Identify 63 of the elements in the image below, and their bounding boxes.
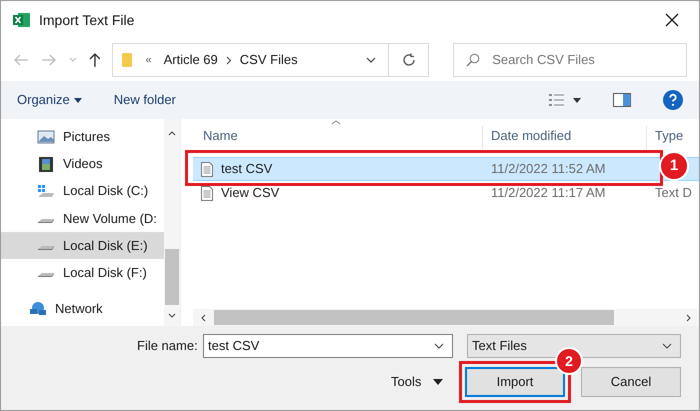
sidebar-item[interactable]: Network [1, 294, 164, 322]
sidebar-item[interactable]: Videos [1, 150, 164, 178]
image-icon [37, 128, 55, 145]
view-list-icon[interactable] [549, 93, 565, 107]
drive-icon [37, 183, 55, 200]
sort-caret-icon[interactable] [331, 120, 341, 125]
scroll-thumb[interactable] [214, 310, 614, 325]
date-modified: 11/2/2022 11:17 AM [490, 184, 606, 202]
file-name: View CSV [221, 184, 280, 202]
address-bar[interactable]: « Article 69 CSV Files [112, 43, 430, 77]
caret-down-icon[interactable] [573, 98, 581, 102]
file-row[interactable]: View CSV 11/2/2022 11:17 AM Text D [193, 181, 699, 205]
window-title: Import Text File [39, 10, 134, 30]
overflow-chevron[interactable]: « [145, 52, 152, 68]
caret-down-icon [74, 98, 82, 102]
drive-icon [37, 273, 55, 278]
sidebar-item[interactable]: Pictures [1, 123, 164, 150]
new-folder-button[interactable]: New folder [114, 90, 176, 110]
scroll-right-icon[interactable] [686, 314, 691, 322]
tools-menu-button[interactable]: Tools [391, 372, 453, 392]
search-field[interactable]: Search CSV Files [453, 43, 687, 77]
caret-down-icon [433, 379, 444, 385]
chevron-down-icon[interactable] [434, 343, 444, 349]
sidebar-item[interactable]: New Volume (D: [1, 204, 164, 232]
sidebar-item[interactable]: Local Disk (F:) [1, 259, 164, 287]
scroll-left-icon[interactable] [201, 314, 206, 322]
up-arrow-icon[interactable] [88, 52, 100, 68]
film-icon [37, 156, 55, 172]
sidebar-item[interactable]: Local Disk (E:) [1, 232, 164, 260]
sidebar-item[interactable]: Local Disk (C:) [1, 178, 164, 205]
column-header[interactable]: Name [193, 126, 483, 149]
preview-pane-icon[interactable] [613, 93, 631, 107]
file-type: Text D [654, 184, 692, 202]
search-icon [466, 53, 480, 67]
file-name-field[interactable]: test CSV [203, 334, 453, 358]
scroll-thumb[interactable] [165, 249, 180, 305]
chevron-right-icon[interactable] [226, 56, 232, 64]
spreadsheet-app-icon [13, 12, 31, 28]
network-icon [29, 300, 47, 316]
file-name-label: File name: [137, 337, 199, 356]
folder-icon [121, 52, 134, 68]
cancel-button[interactable]: Cancel [581, 367, 681, 397]
scroll-down-icon[interactable] [168, 313, 176, 318]
breadcrumb[interactable]: CSV Files [240, 50, 298, 70]
chevron-down-icon[interactable] [366, 57, 376, 63]
document-icon [201, 162, 213, 176]
document-icon [201, 186, 213, 200]
help-icon[interactable] [663, 90, 683, 110]
date-modified: 11/2/2022 11:52 AM [490, 160, 606, 178]
scroll-up-icon[interactable] [168, 131, 176, 136]
drive-icon [37, 218, 55, 223]
vertical-scrollbar[interactable] [164, 119, 180, 326]
column-header[interactable]: Type [647, 126, 684, 149]
chevron-down-icon[interactable] [662, 343, 672, 349]
refresh-icon [402, 53, 416, 67]
close-icon[interactable] [665, 13, 679, 27]
breadcrumb[interactable]: Article 69 [164, 50, 218, 70]
horizontal-scrollbar[interactable] [193, 309, 699, 326]
file-name: test CSV [221, 160, 272, 178]
column-header[interactable]: Date modified [483, 126, 647, 149]
drive-icon [37, 246, 55, 250]
import-button[interactable]: Import [465, 367, 565, 397]
organize-menu-button[interactable]: Organize [17, 90, 82, 110]
